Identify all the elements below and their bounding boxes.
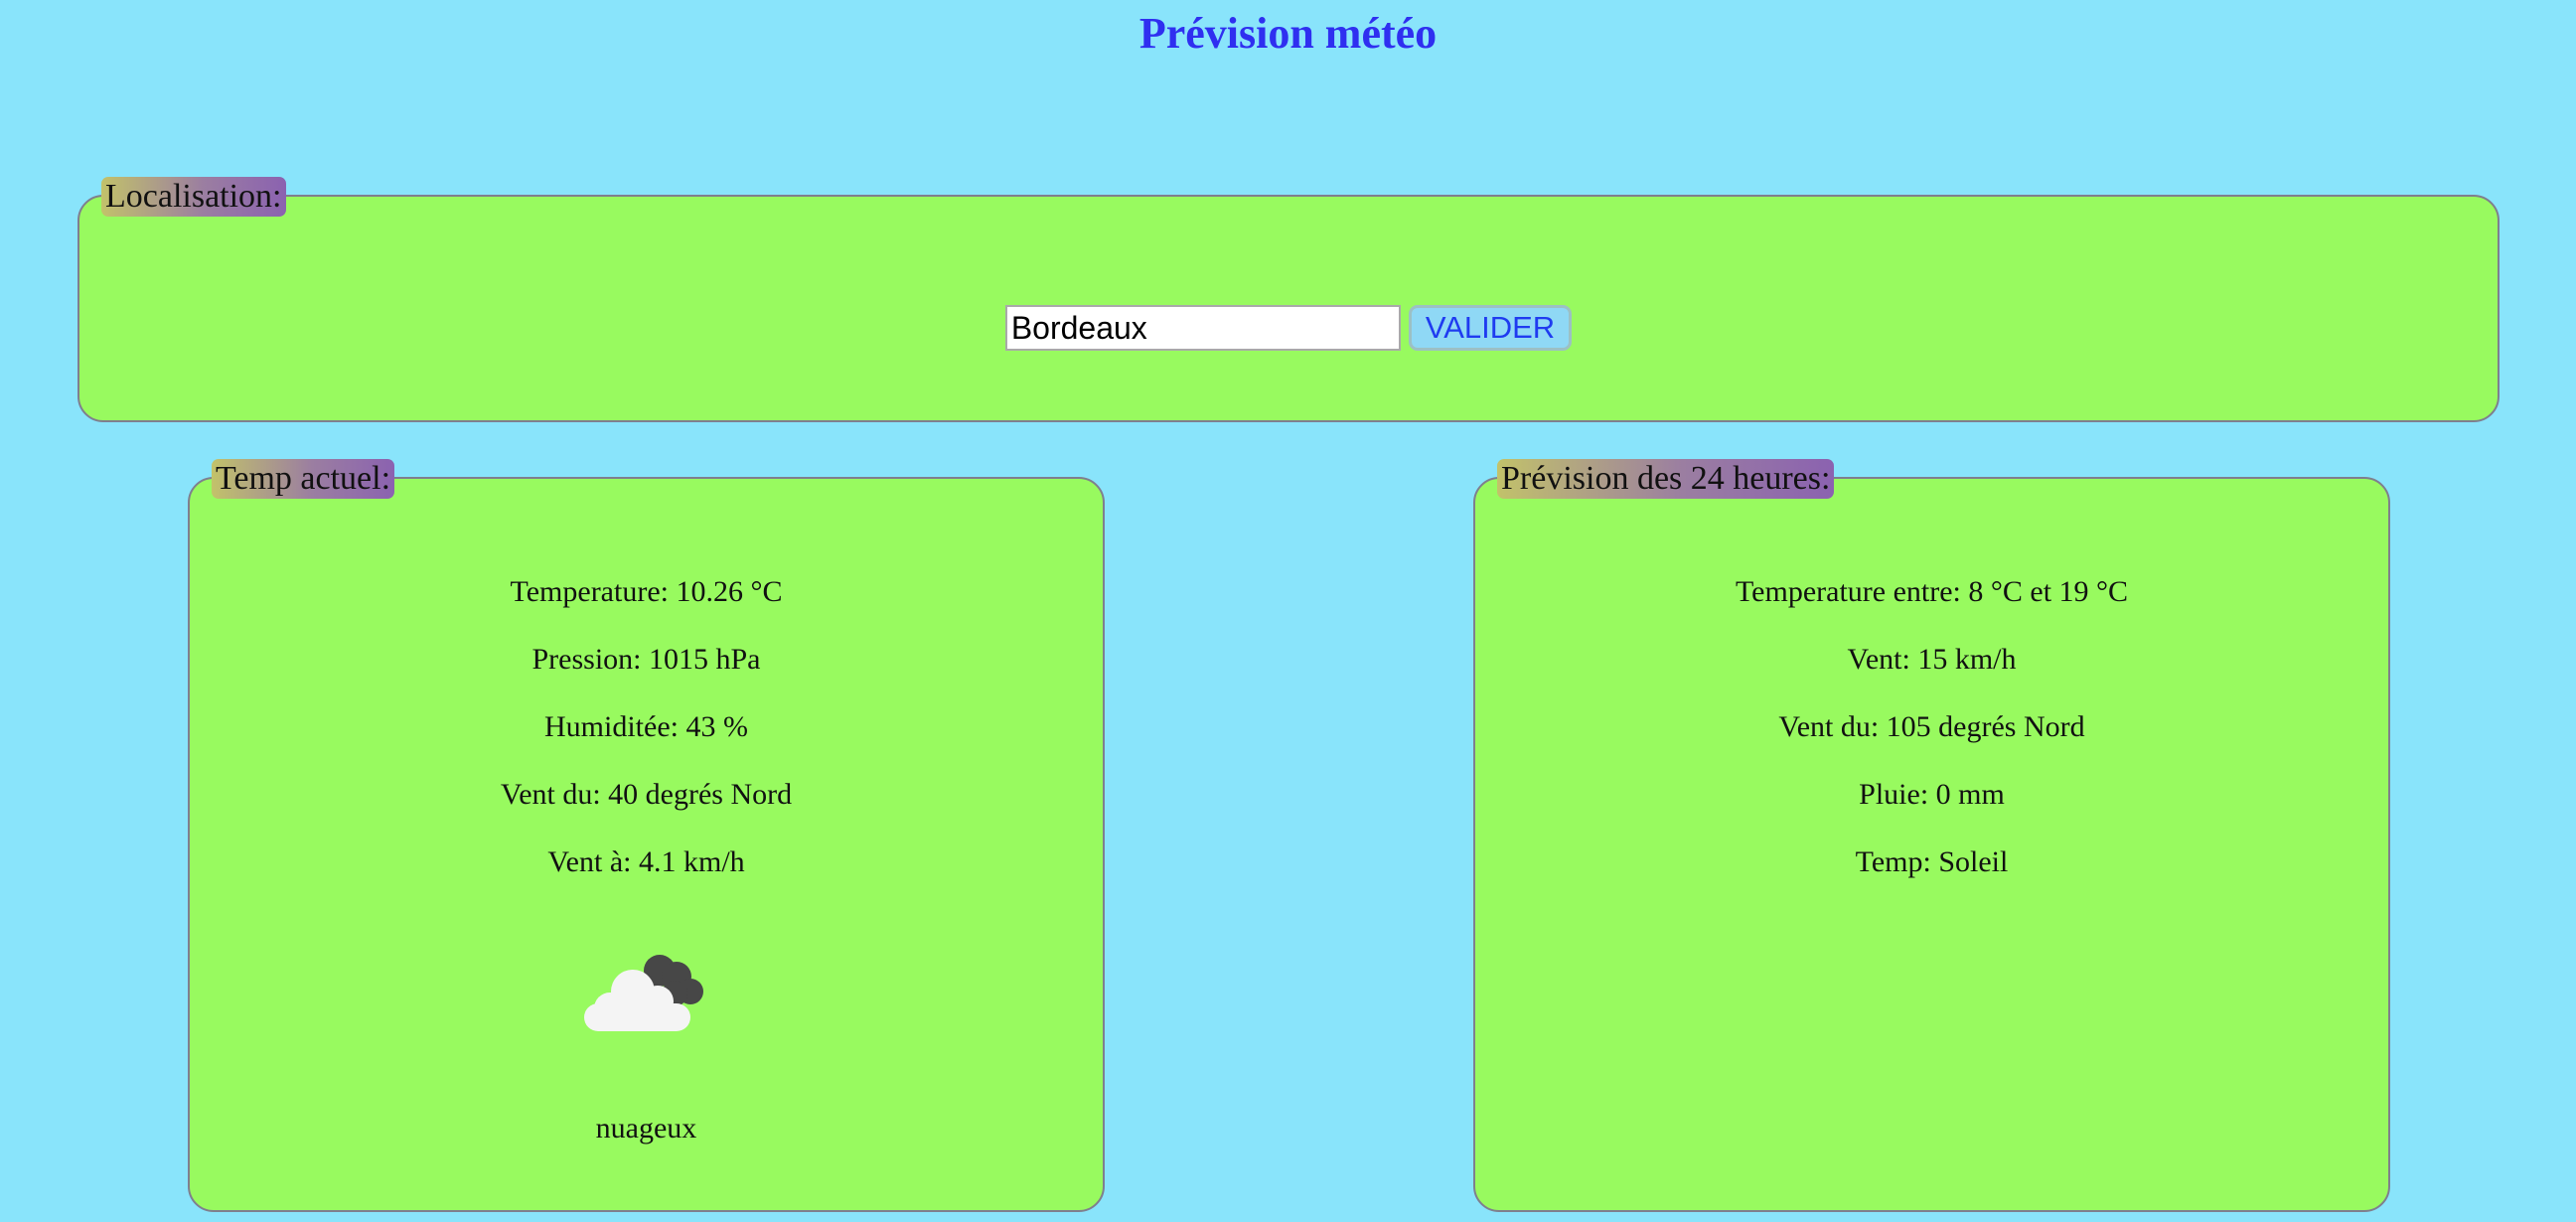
validate-button[interactable]: VALIDER [1408,305,1573,351]
location-search-row: VALIDER [79,305,2498,351]
current-weather-list: Temperature: 10.26 °C Pression: 1015 hPa… [190,558,1103,896]
current-wind-speed: Vent à: 4.1 km/h [547,845,745,878]
current-temperature: Temperature: 10.26 °C [510,575,783,608]
forecast-rain: Pluie: 0 mm [1859,778,2005,811]
current-condition: nuageux [595,1112,697,1145]
current-weather-panel: Temp actuel: Temperature: 10.26 °C Press… [188,459,1105,1212]
cloudy-icon [584,955,703,1031]
current-pressure: Pression: 1015 hPa [531,643,761,676]
forecast-weather: Temp: Soleil [1855,845,2009,878]
current-wind-direction: Vent du: 40 degrés Nord [500,778,793,811]
current-weather-legend: Temp actuel: [212,459,395,499]
city-input[interactable] [1004,305,1401,351]
current-humidity: Humiditée: 43 % [544,710,748,743]
forecast-wind-speed: Vent: 15 km/h [1847,643,2017,676]
forecast-temperature-range: Temperature entre: 8 °C et 19 °C [1735,575,2129,608]
location-panel: Localisation: VALIDER [77,177,2500,422]
location-legend: Localisation: [101,177,286,217]
forecast-list: Temperature entre: 8 °C et 19 °C Vent: 1… [1475,558,2388,896]
forecast-panel: Prévision des 24 heures: Temperature ent… [1473,459,2390,1212]
forecast-legend: Prévision des 24 heures: [1497,459,1835,499]
page-title: Prévision météo [1138,9,1438,58]
forecast-wind-direction: Vent du: 105 degrés Nord [1778,710,2085,743]
